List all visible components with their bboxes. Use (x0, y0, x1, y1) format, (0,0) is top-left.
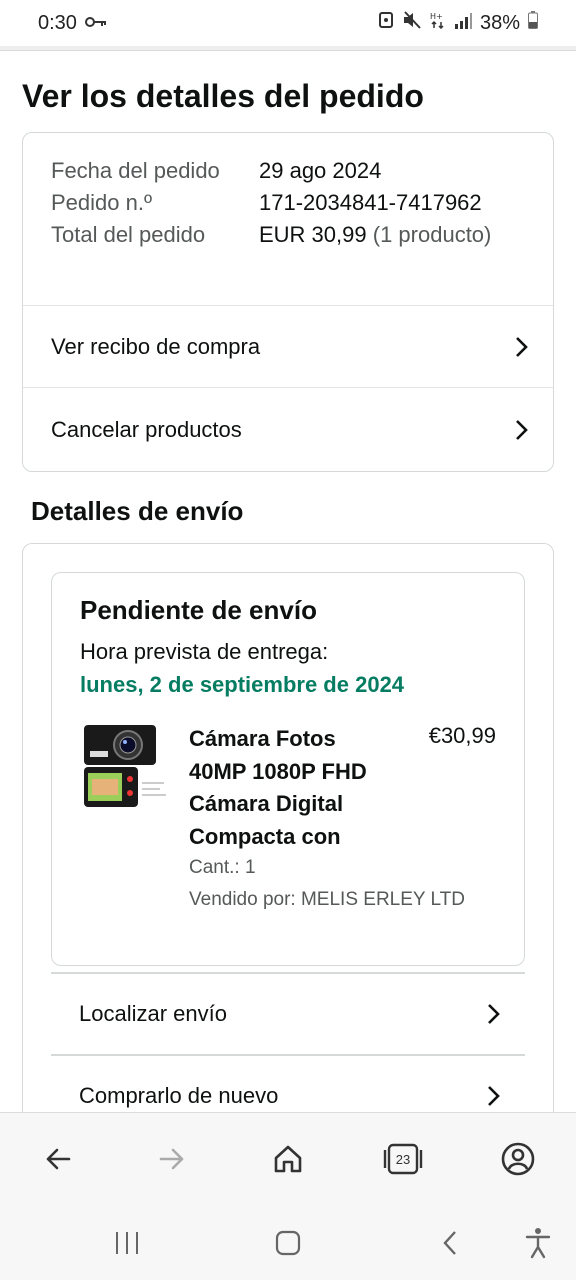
order-date-row: Fecha del pedido 29 ago 2024 (51, 155, 531, 187)
product-price: €30,99 (428, 723, 496, 748)
browser-back-button[interactable] (36, 1137, 80, 1181)
delivery-eta-date: lunes, 2 de septiembre de 2024 (80, 672, 405, 697)
camera-product-icon (84, 725, 166, 807)
data-saver-icon (378, 11, 394, 35)
signal-icon (454, 12, 472, 35)
delivery-eta-label: Hora prevista de entrega: (80, 639, 329, 664)
forward-arrow-icon (159, 1148, 184, 1170)
shipment-box: Pendiente de envío Hora prevista de entr… (51, 572, 525, 966)
home-icon (274, 1145, 302, 1173)
browser-forward-button[interactable] (150, 1137, 194, 1181)
status-divider (0, 46, 576, 51)
browser-toolbar: 23 (0, 1112, 576, 1208)
order-total-note: (1 producto) (372, 222, 492, 247)
shipping-section-title: Detalles de envío (31, 496, 244, 526)
chevron-right-icon (516, 336, 528, 357)
browser-account-button[interactable] (496, 1137, 540, 1181)
order-summary-card: Fecha del pedido 29 ago 2024 Pedido n.º … (22, 132, 554, 472)
cancel-products-link[interactable]: Cancelar productos (23, 387, 553, 471)
order-date-label: Fecha del pedido (51, 158, 220, 183)
cancel-products-label: Cancelar productos (51, 416, 242, 442)
status-bar: 0:30 H+ 38% (0, 0, 576, 46)
accessibility-icon (525, 1228, 551, 1259)
recent-apps-icon (116, 1232, 138, 1254)
chevron-left-icon (443, 1231, 456, 1255)
browser-tabs-button[interactable]: 23 (381, 1137, 425, 1181)
network-type-icon: H+ (430, 11, 446, 35)
system-back-button[interactable] (430, 1226, 470, 1260)
product-quantity: Cant.: 1 (189, 857, 256, 878)
status-time: 0:30 (38, 11, 77, 34)
system-home-button[interactable] (268, 1226, 308, 1260)
recent-apps-button[interactable] (107, 1226, 147, 1260)
order-number-label: Pedido n.º (51, 190, 152, 215)
back-arrow-icon (46, 1148, 71, 1170)
chevron-right-icon (516, 419, 528, 440)
key-icon (84, 12, 107, 35)
order-info: Fecha del pedido 29 ago 2024 Pedido n.º … (51, 155, 531, 251)
svg-text:H+: H+ (430, 12, 443, 21)
track-package-label: Localizar envío (79, 1001, 227, 1026)
order-total-label: Total del pedido (51, 222, 206, 247)
product-seller: Vendido por: MELIS ERLEY LTD (189, 889, 466, 910)
system-navigation-bar (0, 1208, 576, 1280)
chevron-right-icon (488, 1086, 500, 1106)
page-content[interactable]: Ver los detalles del pedido Fecha del pe… (0, 52, 576, 1112)
browser-home-button[interactable] (266, 1137, 310, 1181)
shipping-card: Pendiente de envío Hora prevista de entr… (22, 543, 554, 1112)
product-title-line: 40MP 1080P FHD (189, 758, 367, 784)
product-title[interactable]: Cámara Fotos 40MP 1080P FHD Cámara Digit… (189, 723, 404, 853)
order-total-value: EUR 30,99 (259, 222, 367, 247)
track-package-link[interactable]: Localizar envío (51, 972, 525, 1054)
battery-level: 38% (479, 11, 520, 34)
chevron-right-icon (488, 1004, 500, 1024)
shipment-status: Pendiente de envío (80, 595, 317, 625)
product-image[interactable] (80, 723, 170, 813)
tabs-count: 23 (395, 1151, 411, 1167)
product-title-line: Cámara Digital (189, 791, 344, 816)
product-title-line: Cámara Fotos (189, 726, 336, 751)
product-title-line: Compacta con (189, 823, 341, 849)
order-number-value: 171-2034841-7417962 (259, 190, 482, 215)
view-receipt-label: Ver recibo de compra (51, 333, 261, 359)
account-icon (501, 1142, 535, 1176)
order-number-row: Pedido n.º 171-2034841-7417962 (51, 187, 531, 219)
mute-icon (402, 11, 422, 35)
battery-icon (528, 11, 538, 35)
accessibility-button[interactable] (518, 1226, 558, 1260)
home-square-icon (275, 1230, 301, 1256)
order-date-value: 29 ago 2024 (259, 158, 382, 183)
buy-again-link[interactable]: Comprarlo de nuevo (51, 1054, 525, 1112)
buy-again-label: Comprarlo de nuevo (79, 1083, 279, 1108)
order-total-row: Total del pedido EUR 30,99 (1 producto) (51, 219, 531, 251)
page-title: Ver los detalles del pedido (22, 78, 424, 114)
order-total-value-wrap: EUR 30,99 (1 producto) (259, 219, 531, 251)
view-receipt-link[interactable]: Ver recibo de compra (23, 305, 553, 387)
